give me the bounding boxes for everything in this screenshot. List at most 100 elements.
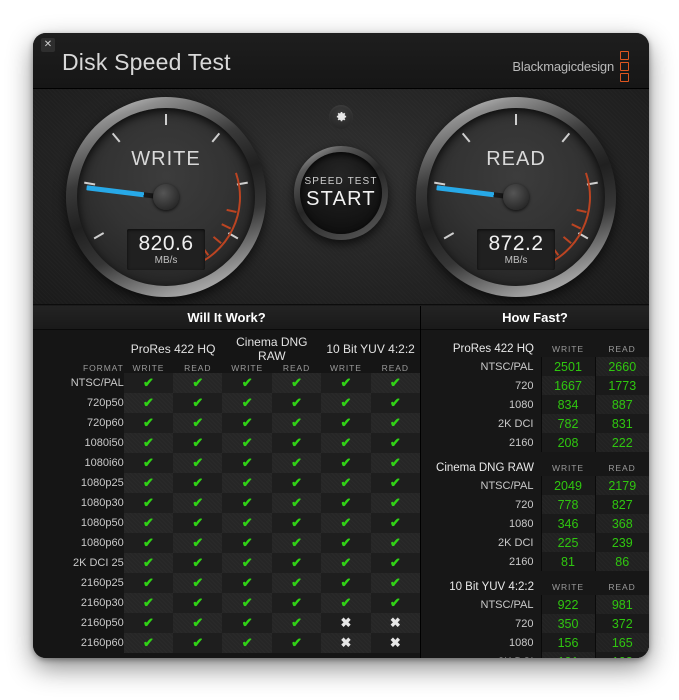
format-label: NTSC/PAL xyxy=(70,377,124,389)
support-ok-icon: ✔ xyxy=(370,393,420,413)
support-ok-icon: ✔ xyxy=(321,493,371,513)
how-fast-read-value: 86 xyxy=(594,552,649,571)
how-fast-row-label: NTSC/PAL xyxy=(480,360,534,373)
how-fast-group-header-row: 10 Bit YUV 4:2:2 WRITE READ xyxy=(421,574,649,595)
support-ok-icon: ✔ xyxy=(173,593,223,613)
support-ok-icon: ✔ xyxy=(123,393,174,413)
support-no-icon: ✖ xyxy=(321,613,371,633)
support-ok-icon: ✔ xyxy=(222,533,272,553)
support-ok-icon: ✔ xyxy=(222,633,272,653)
how-fast-write-value: 350 xyxy=(540,614,595,633)
how-fast-row-label: NTSC/PAL xyxy=(480,479,534,492)
close-icon[interactable]: ✕ xyxy=(41,38,55,52)
format-label: 1080p60 xyxy=(80,537,124,549)
support-ok-icon: ✔ xyxy=(123,553,174,573)
support-ok-icon: ✔ xyxy=(173,473,223,493)
table-row: 2K DCI101108 xyxy=(421,652,649,658)
gear-icon[interactable] xyxy=(329,105,353,129)
support-ok-icon: ✔ xyxy=(271,393,322,413)
how-fast-write-value: 782 xyxy=(540,414,595,433)
support-ok-icon: ✔ xyxy=(123,453,174,473)
group-header-yuv: 10 Bit YUV 4:2:2 xyxy=(326,342,415,356)
how-fast-row-label: 1080 xyxy=(509,398,534,411)
table-row: 2160p50 ✔ ✔ ✔ ✔ ✖ ✖ xyxy=(33,613,420,633)
how-fast-write-value: 101 xyxy=(540,652,595,658)
table-row: 1080 156 165 xyxy=(421,633,649,652)
support-ok-icon: ✔ xyxy=(173,553,223,573)
how-fast-read-value: 368 xyxy=(594,514,649,533)
how-fast-read-value: 222 xyxy=(594,433,649,452)
table-row: 2160 208 222 xyxy=(421,433,649,452)
will-it-work-panel: Will It Work? ProRes 422 HQ Cinema DNG R… xyxy=(33,306,421,658)
table-row: 1080 834 887 xyxy=(421,395,649,414)
support-no-icon: ✖ xyxy=(370,633,420,653)
read-gauge-label: READ xyxy=(486,148,546,170)
support-no-icon: ✖ xyxy=(370,613,420,633)
page-title: Disk Speed Test xyxy=(62,49,231,75)
table-row: 2160p30 ✔ ✔ ✔ ✔ ✔ ✔ xyxy=(33,593,420,613)
table-row: 1080i50 ✔ ✔ ✔ ✔ ✔ ✔ xyxy=(33,433,420,453)
support-ok-icon: ✔ xyxy=(173,393,223,413)
subheader-write: WRITE xyxy=(329,363,362,373)
table-row: 2K DCI 782 831 xyxy=(421,414,649,433)
how-fast-group-name: ProRes 422 HQ xyxy=(452,343,534,355)
table-row: 720 778 827 xyxy=(421,495,649,514)
will-it-work-table: ProRes 422 HQ Cinema DNG RAW 10 Bit YUV … xyxy=(33,335,420,653)
support-ok-icon: ✔ xyxy=(123,633,174,653)
how-fast-group-header-row: ProRes 422 HQ WRITE READ xyxy=(421,336,649,357)
how-fast-row-label: NTSC/PAL xyxy=(480,598,534,611)
support-ok-icon: ✔ xyxy=(222,393,272,413)
start-button[interactable]: SPEED TEST START xyxy=(294,146,388,240)
write-value: 820.6 xyxy=(138,232,194,255)
support-ok-icon: ✔ xyxy=(370,473,420,493)
support-ok-icon: ✔ xyxy=(271,453,322,473)
support-ok-icon: ✔ xyxy=(173,433,223,453)
format-label: 2K DCI 25 xyxy=(72,557,124,569)
support-ok-icon: ✔ xyxy=(321,593,371,613)
support-ok-icon: ✔ xyxy=(271,633,322,653)
support-ok-icon: ✔ xyxy=(123,513,174,533)
how-fast-row-label: 2160 xyxy=(509,436,534,449)
support-ok-icon: ✔ xyxy=(271,413,322,433)
support-ok-icon: ✔ xyxy=(173,613,223,633)
how-fast-row-label: 2160 xyxy=(509,555,534,568)
support-ok-icon: ✔ xyxy=(222,413,272,433)
how-fast-read-value: 831 xyxy=(594,414,649,433)
format-label: 1080i60 xyxy=(84,457,124,469)
support-ok-icon: ✔ xyxy=(370,573,420,593)
format-label: 2160p30 xyxy=(80,597,124,609)
support-ok-icon: ✔ xyxy=(321,533,371,553)
group-header-prores: ProRes 422 HQ xyxy=(130,342,216,356)
write-readout: 820.6 MB/s xyxy=(127,229,205,270)
how-fast-read-value: 2179 xyxy=(594,476,649,495)
how-fast-write-value: 922 xyxy=(540,595,595,614)
subheader-write: WRITE xyxy=(132,363,165,373)
brand-logo: Blackmagicdesign xyxy=(512,51,629,82)
support-ok-icon: ✔ xyxy=(222,473,272,493)
support-ok-icon: ✔ xyxy=(173,533,223,553)
will-it-work-title: Will It Work? xyxy=(33,306,420,330)
read-gauge: READ 872.2 MB/s xyxy=(416,97,616,297)
brand-logo-text: Blackmagicdesign xyxy=(512,59,614,74)
how-fast-row-label: 1080 xyxy=(509,517,534,530)
support-ok-icon: ✔ xyxy=(222,593,272,613)
subheader-read: READ xyxy=(184,363,212,373)
support-ok-icon: ✔ xyxy=(173,493,223,513)
how-fast-subheader-write: WRITE xyxy=(552,344,584,354)
how-fast-write-value: 834 xyxy=(540,395,595,414)
brand-logo-marks-icon xyxy=(620,51,629,82)
table-row: NTSC/PAL 922 981 xyxy=(421,595,649,614)
how-fast-write-value: 1667 xyxy=(540,376,595,395)
how-fast-group-header-row: Cinema DNG RAW WRITE READ xyxy=(421,455,649,476)
how-fast-row-label: 720 xyxy=(515,617,534,630)
support-ok-icon: ✔ xyxy=(222,513,272,533)
table-row: 720p60 ✔ ✔ ✔ ✔ ✔ ✔ xyxy=(33,413,420,433)
support-ok-icon: ✔ xyxy=(173,573,223,593)
how-fast-body: ProRes 422 HQ WRITE READ NTSC/PAL 2501 2660 72… xyxy=(421,336,649,658)
table-row: 2160 81 86 xyxy=(421,552,649,571)
subheader-read: READ xyxy=(282,363,311,373)
read-readout: 872.2 MB/s xyxy=(477,229,555,270)
support-ok-icon: ✔ xyxy=(370,533,420,553)
support-ok-icon: ✔ xyxy=(370,413,420,433)
results-panels: Will It Work? ProRes 422 HQ Cinema DNG R… xyxy=(33,306,649,658)
